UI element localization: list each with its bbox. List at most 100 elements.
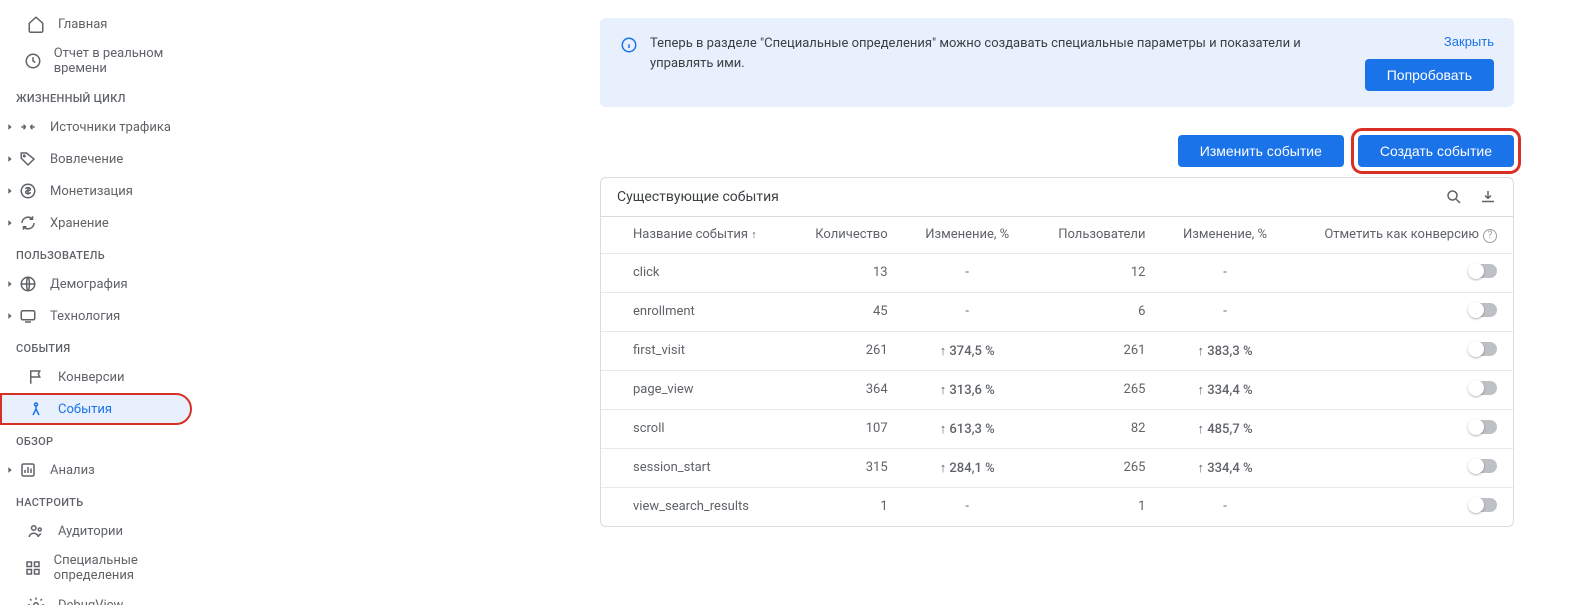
nav-label: Конверсии xyxy=(58,370,125,385)
col-conversion: Отметить как конверсию? xyxy=(1289,217,1513,253)
cell-conversion xyxy=(1289,409,1513,448)
cell-change1: ↑ 613,3 % xyxy=(904,409,1031,448)
col-count[interactable]: Количество xyxy=(789,217,903,253)
main-content: Теперь в разделе "Специальные определени… xyxy=(200,0,1584,605)
section-overview: ОБЗОР xyxy=(0,425,200,454)
cell-users: 265 xyxy=(1031,370,1162,409)
nav-demographics[interactable]: Демография xyxy=(0,268,200,300)
cell-count: 107 xyxy=(789,409,903,448)
dollar-icon xyxy=(18,181,38,201)
info-banner: Теперь в разделе "Специальные определени… xyxy=(600,18,1514,107)
sort-up-icon: ↑ xyxy=(751,228,757,241)
cell-name[interactable]: page_view xyxy=(601,370,789,409)
nav-home[interactable]: Главная xyxy=(0,8,200,40)
chevron-right-icon xyxy=(4,153,16,165)
table-row: scroll 107 ↑ 613,3 % 82 ↑ 485,7 % xyxy=(601,409,1513,448)
cell-change1: ↑ 284,1 % xyxy=(904,448,1031,487)
info-icon xyxy=(620,36,638,54)
nav-custom-definitions[interactable]: Специальные определения xyxy=(0,547,200,589)
table-row: enrollment 45 - 6 - xyxy=(601,292,1513,331)
col-change1[interactable]: Изменение, % xyxy=(904,217,1031,253)
chevron-right-icon xyxy=(4,121,16,133)
cell-change2: - xyxy=(1161,487,1288,526)
conversion-toggle[interactable] xyxy=(1469,459,1497,473)
search-icon[interactable] xyxy=(1445,188,1463,206)
debug-icon xyxy=(26,595,46,605)
cell-conversion xyxy=(1289,370,1513,409)
nav-engagement[interactable]: Вовлечение xyxy=(0,143,200,175)
cell-name[interactable]: session_start xyxy=(601,448,789,487)
cell-change1: - xyxy=(904,487,1031,526)
help-icon[interactable]: ? xyxy=(1483,229,1497,243)
cell-users: 6 xyxy=(1031,292,1162,331)
nav-events[interactable]: События xyxy=(0,393,192,425)
cell-count: 13 xyxy=(789,253,903,292)
cell-name[interactable]: first_visit xyxy=(601,331,789,370)
section-lifecycle: ЖИЗНЕННЫЙ ЦИКЛ xyxy=(0,82,200,111)
cell-change1: ↑ 374,5 % xyxy=(904,331,1031,370)
cell-name[interactable]: enrollment xyxy=(601,292,789,331)
col-name[interactable]: Название события ↑ xyxy=(601,217,789,253)
traffic-icon xyxy=(18,117,38,137)
download-icon[interactable] xyxy=(1479,188,1497,206)
col-change2[interactable]: Изменение, % xyxy=(1161,217,1288,253)
nav-realtime[interactable]: Отчет в реальном времени xyxy=(0,40,200,82)
cell-conversion xyxy=(1289,253,1513,292)
modify-event-button[interactable]: Изменить событие xyxy=(1178,135,1344,167)
events-table: Название события ↑ Количество Изменение,… xyxy=(601,217,1513,526)
col-users[interactable]: Пользователи xyxy=(1031,217,1162,253)
nav-label: Технология xyxy=(50,309,120,324)
nav-label: DebugView xyxy=(58,598,123,605)
conversion-toggle[interactable] xyxy=(1469,342,1497,356)
event-icon xyxy=(26,399,46,419)
cell-change2: - xyxy=(1161,292,1288,331)
table-row: click 13 - 12 - xyxy=(601,253,1513,292)
cell-name[interactable]: scroll xyxy=(601,409,789,448)
nav-conversions[interactable]: Конверсии xyxy=(0,361,200,393)
cell-name[interactable]: click xyxy=(601,253,789,292)
nav-label: Отчет в реальном времени xyxy=(54,46,188,76)
cell-count: 364 xyxy=(789,370,903,409)
nav-label: Анализ xyxy=(50,463,95,478)
nav-analysis[interactable]: Анализ xyxy=(0,454,200,486)
clock-icon xyxy=(24,51,42,71)
try-button[interactable]: Попробовать xyxy=(1365,59,1494,91)
nav-monetization[interactable]: Монетизация xyxy=(0,175,200,207)
nav-audiences[interactable]: Аудитории xyxy=(0,515,200,547)
cell-change2: - xyxy=(1161,253,1288,292)
table-row: page_view 364 ↑ 313,6 % 265 ↑ 334,4 % xyxy=(601,370,1513,409)
tag-icon xyxy=(18,149,38,169)
cell-change2: ↑ 383,3 % xyxy=(1161,331,1288,370)
cell-users: 82 xyxy=(1031,409,1162,448)
card-title: Существующие события xyxy=(617,189,779,205)
conversion-toggle[interactable] xyxy=(1469,498,1497,512)
cell-change2: ↑ 334,4 % xyxy=(1161,448,1288,487)
nav-debugview[interactable]: DebugView xyxy=(0,589,200,605)
device-icon xyxy=(18,306,38,326)
nav-acquisition[interactable]: Источники трафика xyxy=(0,111,200,143)
conversion-toggle[interactable] xyxy=(1469,264,1497,278)
cell-conversion xyxy=(1289,331,1513,370)
globe-icon xyxy=(18,274,38,294)
nav-label: Специальные определения xyxy=(54,553,188,583)
cell-conversion xyxy=(1289,448,1513,487)
section-events: СОБЫТИЯ xyxy=(0,332,200,361)
cell-conversion xyxy=(1289,292,1513,331)
conversion-toggle[interactable] xyxy=(1469,381,1497,395)
cell-name[interactable]: view_search_results xyxy=(601,487,789,526)
conversion-toggle[interactable] xyxy=(1469,420,1497,434)
cell-change1: - xyxy=(904,253,1031,292)
nav-technology[interactable]: Технология xyxy=(0,300,200,332)
conversion-toggle[interactable] xyxy=(1469,303,1497,317)
nav-retention[interactable]: Хранение xyxy=(0,207,200,239)
create-event-button[interactable]: Создать событие xyxy=(1358,135,1514,167)
cell-users: 1 xyxy=(1031,487,1162,526)
cell-change1: ↑ 313,6 % xyxy=(904,370,1031,409)
chevron-right-icon xyxy=(4,464,16,476)
flag-icon xyxy=(26,367,46,387)
cell-users: 261 xyxy=(1031,331,1162,370)
events-card: Существующие события Название события ↑ … xyxy=(600,177,1514,527)
chevron-right-icon xyxy=(4,185,16,197)
close-link[interactable]: Закрыть xyxy=(1444,34,1494,49)
nav-label: Хранение xyxy=(50,216,109,231)
